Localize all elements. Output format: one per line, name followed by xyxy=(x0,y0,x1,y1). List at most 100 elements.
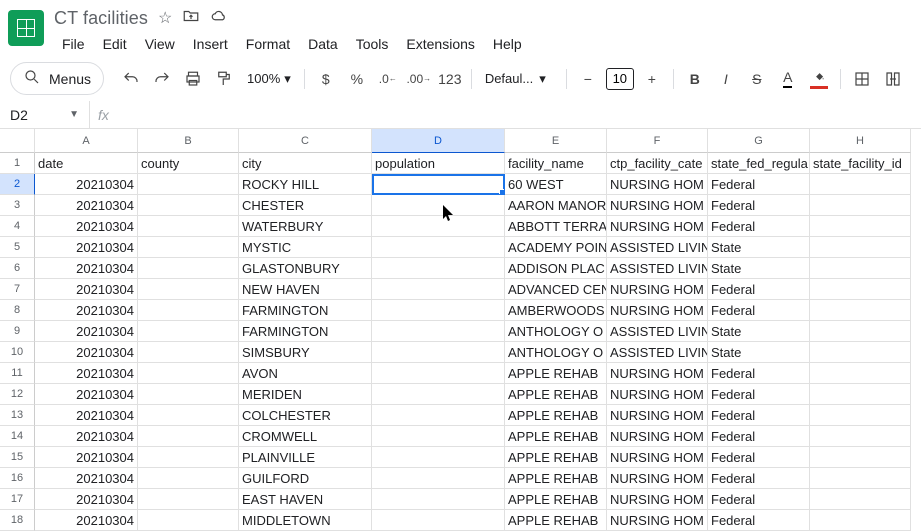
row-header[interactable]: 14 xyxy=(0,426,35,447)
cell[interactable]: State xyxy=(708,258,810,279)
cell[interactable]: NURSING HOM xyxy=(607,510,708,531)
cell[interactable]: 20210304 xyxy=(35,426,138,447)
cell[interactable]: 20210304 xyxy=(35,342,138,363)
cell[interactable] xyxy=(372,363,505,384)
print-button[interactable] xyxy=(179,65,207,93)
column-header-E[interactable]: E xyxy=(505,129,607,153)
cell[interactable]: Federal xyxy=(708,279,810,300)
cell[interactable]: APPLE REHAB xyxy=(505,384,607,405)
cell[interactable] xyxy=(810,342,911,363)
cell[interactable] xyxy=(138,279,239,300)
cell[interactable]: 20210304 xyxy=(35,405,138,426)
row-header[interactable]: 11 xyxy=(0,363,35,384)
undo-button[interactable] xyxy=(117,65,145,93)
cell[interactable]: 20210304 xyxy=(35,363,138,384)
fill-color-button[interactable] xyxy=(805,65,833,93)
cell[interactable] xyxy=(372,321,505,342)
star-icon[interactable]: ☆ xyxy=(158,8,172,28)
menu-extensions[interactable]: Extensions xyxy=(398,32,482,56)
cell[interactable]: state_facility_id xyxy=(810,153,911,174)
cell[interactable] xyxy=(372,489,505,510)
borders-button[interactable] xyxy=(848,65,876,93)
cell[interactable]: 20210304 xyxy=(35,195,138,216)
cell[interactable]: county xyxy=(138,153,239,174)
cell[interactable]: AMBERWOODS xyxy=(505,300,607,321)
cell[interactable]: WATERBURY xyxy=(239,216,372,237)
cell[interactable]: NURSING HOM xyxy=(607,279,708,300)
cell[interactable]: 20210304 xyxy=(35,447,138,468)
cell[interactable]: ASSISTED LIVIN xyxy=(607,237,708,258)
cell[interactable]: NURSING HOM xyxy=(607,174,708,195)
row-header[interactable]: 13 xyxy=(0,405,35,426)
cell[interactable] xyxy=(138,447,239,468)
cell[interactable]: ROCKY HILL xyxy=(239,174,372,195)
select-all-corner[interactable] xyxy=(0,129,35,153)
cell[interactable]: 20210304 xyxy=(35,174,138,195)
cell[interactable]: ADVANCED CEN xyxy=(505,279,607,300)
sheets-logo[interactable] xyxy=(8,10,44,46)
cell[interactable]: APPLE REHAB xyxy=(505,510,607,531)
cell[interactable] xyxy=(372,237,505,258)
cell[interactable] xyxy=(810,468,911,489)
row-header[interactable]: 3 xyxy=(0,195,35,216)
cell[interactable]: Federal xyxy=(708,426,810,447)
column-header-D[interactable]: D xyxy=(372,129,505,153)
cell[interactable]: ABBOTT TERRA xyxy=(505,216,607,237)
cell[interactable]: 20210304 xyxy=(35,468,138,489)
cell[interactable]: GLASTONBURY xyxy=(239,258,372,279)
column-header-C[interactable]: C xyxy=(239,129,372,153)
cell[interactable]: APPLE REHAB xyxy=(505,447,607,468)
cell[interactable]: NURSING HOM xyxy=(607,426,708,447)
cell[interactable]: city xyxy=(239,153,372,174)
cell[interactable]: EAST HAVEN xyxy=(239,489,372,510)
cell[interactable]: CROMWELL xyxy=(239,426,372,447)
increase-decimal-button[interactable]: .00→ xyxy=(405,65,433,93)
cell[interactable] xyxy=(810,258,911,279)
cell[interactable]: Federal xyxy=(708,468,810,489)
cell[interactable] xyxy=(372,468,505,489)
cell[interactable] xyxy=(138,300,239,321)
cell[interactable] xyxy=(810,447,911,468)
column-header-G[interactable]: G xyxy=(708,129,810,153)
column-header-B[interactable]: B xyxy=(138,129,239,153)
cell[interactable]: Federal xyxy=(708,363,810,384)
cell[interactable] xyxy=(372,510,505,531)
cell[interactable] xyxy=(810,489,911,510)
cell[interactable]: ANTHOLOGY O xyxy=(505,342,607,363)
cell[interactable]: AARON MANOR xyxy=(505,195,607,216)
increase-font-button[interactable]: + xyxy=(638,65,666,93)
cell[interactable]: 20210304 xyxy=(35,216,138,237)
cell[interactable]: NURSING HOM xyxy=(607,195,708,216)
name-box[interactable]: D2 ▼ xyxy=(0,101,90,128)
cell[interactable] xyxy=(810,216,911,237)
cell[interactable] xyxy=(138,237,239,258)
cell[interactable] xyxy=(138,426,239,447)
cell[interactable]: Federal xyxy=(708,384,810,405)
cell[interactable]: NURSING HOM xyxy=(607,405,708,426)
redo-button[interactable] xyxy=(148,65,176,93)
cell[interactable]: AVON xyxy=(239,363,372,384)
row-header[interactable]: 18 xyxy=(0,510,35,531)
cell[interactable] xyxy=(372,258,505,279)
cell[interactable]: ctp_facility_cate xyxy=(607,153,708,174)
cell[interactable] xyxy=(372,279,505,300)
cell[interactable]: 20210304 xyxy=(35,489,138,510)
row-header[interactable]: 9 xyxy=(0,321,35,342)
cell[interactable]: CHESTER xyxy=(239,195,372,216)
text-color-button[interactable]: A xyxy=(774,65,802,93)
cell[interactable] xyxy=(810,237,911,258)
row-header[interactable]: 16 xyxy=(0,468,35,489)
row-header[interactable]: 10 xyxy=(0,342,35,363)
cell[interactable]: APPLE REHAB xyxy=(505,363,607,384)
cell[interactable]: 20210304 xyxy=(35,384,138,405)
row-header[interactable]: 17 xyxy=(0,489,35,510)
cell[interactable] xyxy=(810,195,911,216)
cell[interactable]: COLCHESTER xyxy=(239,405,372,426)
cell[interactable]: ASSISTED LIVIN xyxy=(607,342,708,363)
cell[interactable]: population xyxy=(372,153,505,174)
cell[interactable]: facility_name xyxy=(505,153,607,174)
cell[interactable] xyxy=(372,405,505,426)
cell[interactable] xyxy=(372,216,505,237)
cell[interactable] xyxy=(138,321,239,342)
cell[interactable] xyxy=(372,300,505,321)
